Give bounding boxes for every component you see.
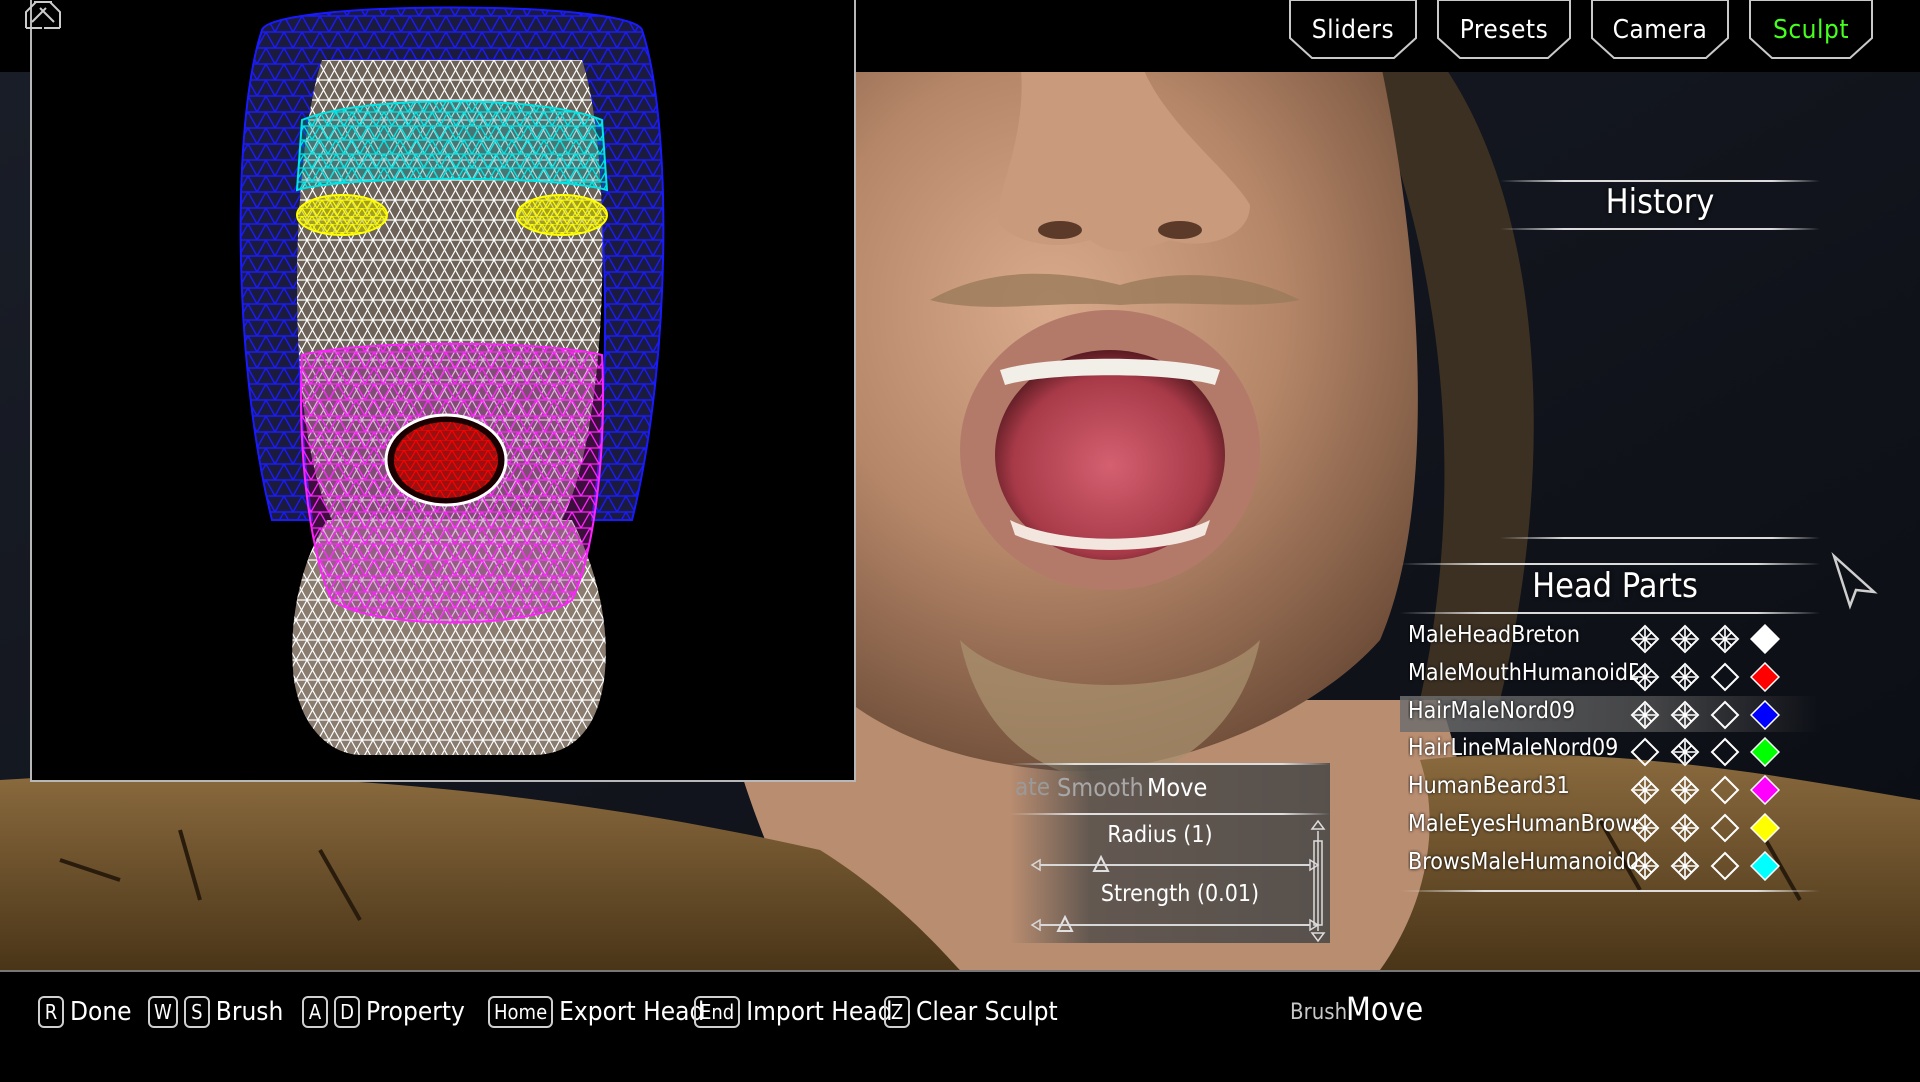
visibility-toggle-icon[interactable] bbox=[1630, 851, 1660, 881]
tab-sliders-label: Sliders bbox=[1311, 15, 1395, 45]
visibility-toggle-icon[interactable] bbox=[1630, 662, 1660, 692]
visibility-toggle-icon[interactable] bbox=[1670, 700, 1700, 730]
brush-panel-mode-divider bbox=[1010, 813, 1330, 815]
brush-panel-scrollbar[interactable] bbox=[1308, 819, 1328, 943]
head-part-name: MaleEyesHumanBrown bbox=[1408, 811, 1638, 837]
visibility-toggle-icon[interactable] bbox=[1670, 624, 1700, 654]
tab-camera-label: Camera bbox=[1612, 15, 1708, 45]
head-parts-top-divider bbox=[1400, 563, 1820, 565]
key-hint-label: Property bbox=[366, 997, 465, 1027]
tab-sculpt-label: Sculpt bbox=[1772, 15, 1850, 45]
head-parts-header-divider bbox=[1400, 612, 1820, 614]
keycap: S bbox=[183, 996, 210, 1028]
key-hint-label: Import Head bbox=[746, 997, 893, 1027]
bottom-bar: R Done W S Brush A D Property Home Export Head End… bbox=[0, 970, 1920, 1082]
brush-panel: ate Smooth Move Radius (1) Strength (0.0… bbox=[1010, 763, 1330, 943]
key-hint-done[interactable]: R Done bbox=[38, 992, 132, 1032]
tab-sculpt[interactable]: Sculpt bbox=[1748, 0, 1874, 60]
key-hint-label: Clear Sculpt bbox=[916, 997, 1058, 1027]
strength-slider[interactable] bbox=[1030, 915, 1320, 935]
visibility-toggle-icon[interactable] bbox=[1670, 851, 1700, 881]
radius-label: Radius (1) bbox=[1107, 822, 1213, 848]
key-hint-import-head[interactable]: End Import Head bbox=[694, 992, 892, 1032]
key-hint-property[interactable]: A D Property bbox=[302, 992, 465, 1032]
head-part-row[interactable]: MaleMouthHumanoidDefault bbox=[1400, 658, 1820, 694]
brush-mode-smooth[interactable]: Smooth bbox=[1057, 773, 1144, 802]
status-brush-value: Move bbox=[1346, 990, 1424, 1028]
keycap: W bbox=[148, 996, 178, 1028]
keycap: Home bbox=[488, 996, 554, 1028]
head-part-name: HairLineMaleNord09 bbox=[1408, 735, 1619, 761]
wireframe-toggle-icon[interactable] bbox=[1710, 851, 1740, 881]
visibility-toggle-icon[interactable] bbox=[1630, 775, 1660, 805]
head-part-row[interactable]: HairMaleNord09 bbox=[1400, 696, 1820, 732]
color-swatch-icon[interactable] bbox=[1750, 700, 1780, 730]
head-part-name: MaleHeadBreton bbox=[1408, 622, 1580, 648]
resize-handle-icon[interactable] bbox=[32, 0, 62, 30]
tab-presets-label: Presets bbox=[1459, 15, 1549, 45]
key-hint-label: Export Head bbox=[559, 997, 705, 1027]
head-part-name: BrowsMaleHumanoid01 bbox=[1408, 849, 1638, 875]
wireframe-toggle-icon[interactable] bbox=[1710, 662, 1740, 692]
status-brush-label: Brush bbox=[1290, 1000, 1348, 1025]
brush-mode-move[interactable]: Move bbox=[1147, 773, 1207, 802]
wireframe-toggle-icon[interactable] bbox=[1710, 775, 1740, 805]
color-swatch-icon[interactable] bbox=[1750, 775, 1780, 805]
color-swatch-icon[interactable] bbox=[1750, 851, 1780, 881]
head-part-row[interactable]: HumanBeard31 bbox=[1400, 771, 1820, 807]
key-hint-label: Brush bbox=[215, 997, 284, 1027]
head-part-name: HumanBeard31 bbox=[1408, 773, 1570, 799]
keycap: End bbox=[694, 996, 741, 1028]
key-hint-export-head[interactable]: Home Export Head bbox=[488, 992, 704, 1032]
visibility-toggle-icon[interactable] bbox=[1630, 813, 1660, 843]
mouse-cursor-icon bbox=[1831, 552, 1878, 610]
visibility-toggle-icon[interactable] bbox=[1670, 813, 1700, 843]
brush-panel-top-divider bbox=[1010, 763, 1330, 765]
color-swatch-icon[interactable] bbox=[1750, 813, 1780, 843]
wireframe-toggle-icon[interactable] bbox=[1710, 700, 1740, 730]
visibility-toggle-icon[interactable] bbox=[1710, 624, 1740, 654]
wireframe-viewport[interactable] bbox=[25, 0, 856, 782]
color-swatch-icon[interactable] bbox=[1750, 737, 1780, 767]
history-end-divider bbox=[1500, 537, 1820, 539]
tab-presets[interactable]: Presets bbox=[1436, 0, 1572, 60]
history-title: History bbox=[1605, 182, 1715, 222]
key-hint-brush[interactable]: W S Brush bbox=[148, 992, 283, 1032]
visibility-toggle-icon[interactable] bbox=[1670, 737, 1700, 767]
head-part-row[interactable]: MaleEyesHumanBrown bbox=[1400, 809, 1820, 845]
visibility-toggle-icon[interactable] bbox=[1630, 700, 1660, 730]
keycap: A bbox=[302, 996, 328, 1028]
head-part-name: MaleMouthHumanoidDefault bbox=[1408, 660, 1638, 686]
head-mesh-wireframe[interactable] bbox=[32, 0, 854, 780]
color-swatch-icon[interactable] bbox=[1750, 662, 1780, 692]
radius-slider[interactable] bbox=[1030, 855, 1320, 875]
keycap: D bbox=[334, 996, 360, 1028]
brush-mode-partial[interactable]: ate bbox=[1015, 773, 1050, 801]
tab-camera[interactable]: Camera bbox=[1590, 0, 1730, 60]
visibility-toggle-icon[interactable] bbox=[1630, 624, 1660, 654]
history-bottom-divider bbox=[1500, 228, 1820, 230]
head-part-name: HairMaleNord09 bbox=[1408, 698, 1576, 724]
key-hint-clear-sculpt[interactable]: Z Clear Sculpt bbox=[884, 992, 1058, 1032]
color-swatch-icon[interactable] bbox=[1750, 624, 1780, 654]
wireframe-toggle-icon[interactable] bbox=[1630, 737, 1660, 767]
head-part-row[interactable]: HairLineMaleNord09 bbox=[1400, 733, 1820, 769]
head-part-row[interactable]: MaleHeadBreton bbox=[1400, 620, 1820, 656]
visibility-toggle-icon[interactable] bbox=[1670, 662, 1700, 692]
keycap: R bbox=[38, 996, 64, 1028]
tab-sliders[interactable]: Sliders bbox=[1288, 0, 1418, 60]
head-parts-list: MaleHeadBreton MaleMouthHumanoidDefault Ha… bbox=[1400, 620, 1820, 890]
head-part-row[interactable]: BrowsMaleHumanoid01 bbox=[1400, 847, 1820, 883]
visibility-toggle-icon[interactable] bbox=[1670, 775, 1700, 805]
wireframe-toggle-icon[interactable] bbox=[1710, 813, 1740, 843]
strength-label: Strength (0.01) bbox=[1100, 881, 1260, 907]
head-parts-bottom-divider bbox=[1400, 890, 1820, 892]
wireframe-toggle-icon[interactable] bbox=[1710, 737, 1740, 767]
head-parts-title: Head Parts bbox=[1532, 566, 1698, 606]
keycap: Z bbox=[884, 996, 910, 1028]
key-hint-label: Done bbox=[70, 997, 132, 1027]
